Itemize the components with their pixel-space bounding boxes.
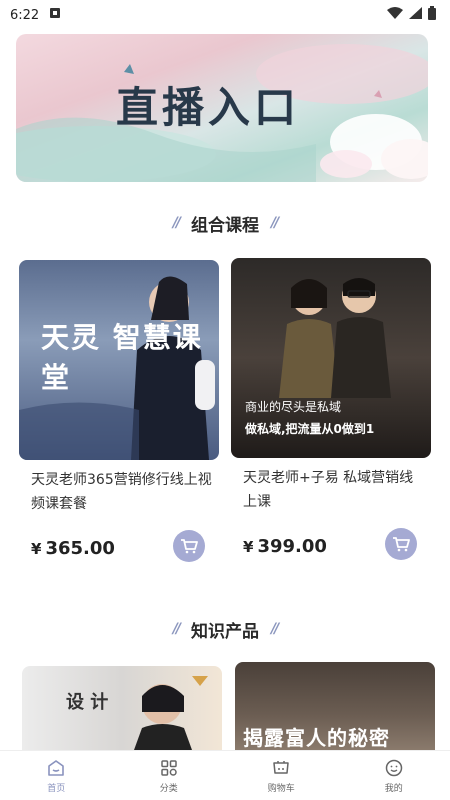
course-card[interactable]: 商业的尽头是私域 做私域,把流量从0做到1 天灵老师+子易 私域营销线上课 ¥3… [231,258,431,568]
currency-symbol: ¥ [31,540,42,558]
course-name: 天灵老师365营销修行线上视频课套餐 [31,472,212,512]
add-to-cart-button[interactable] [173,530,205,562]
product-cover-image: 揭露富人的秘密 [235,662,435,750]
main-content: 直播入口 // 组合课程 // 天灵 智慧课堂 天灵老师365营销修行线上视频课… [0,30,450,750]
tab-label: 首页 [47,783,66,794]
slash-decoration-right: // [271,215,279,231]
cover-title-text: 天灵 智慧课堂 [41,321,203,394]
product-card[interactable]: 揭露富人的秘密 [235,662,435,750]
status-time: 6:22 [10,7,40,23]
tab-label: 购物车 [267,783,295,794]
price-value: 399.00 [257,536,327,557]
course-cover-image: 天灵 智慧课堂 [19,260,219,460]
status-bar: 6:22 [0,0,450,30]
combo-section-title: 组合课程 [191,215,259,236]
add-to-cart-button[interactable] [385,528,417,560]
banner-title: 直播入口 [116,83,301,132]
cover-title-text: 揭露富人的秘密 [243,726,390,750]
course-cover-image: 商业的尽头是私域 做私域,把流量从0做到1 [231,258,431,458]
knowledge-section-title: 知识产品 [191,621,259,642]
combo-section-header: // 组合课程 // [0,208,450,238]
slash-decoration-left: // [172,215,181,231]
product-card[interactable]: 设 计 [22,666,222,750]
course-price: ¥399.00 [243,536,327,557]
price-value: 365.00 [45,538,115,559]
home-icon [48,759,65,776]
slash-decoration-left: // [172,621,181,637]
slash-decoration-right: // [271,621,279,637]
product-cover-image: 设 计 [22,666,222,750]
cover-title-text: 设 计 [66,692,109,713]
bottom-tab-bar: 首页 分类 购物车 我的 [0,750,450,800]
cart-icon [273,760,289,774]
cover-tagline-text: 做私域,把流量从0做到1 [245,422,375,436]
course-name: 天灵老师+子易 私域营销线上课 [243,470,414,510]
course-price: ¥365.00 [31,538,115,559]
signal-icon [409,7,422,23]
tab-category[interactable]: 分类 [113,751,226,800]
tab-label: 分类 [159,783,178,794]
profile-icon [385,759,402,776]
cart-icon [393,537,410,552]
cover-subtitle-text: 商业的尽头是私域 [245,400,342,414]
category-icon [161,759,177,776]
battery-icon [428,6,436,24]
wifi-icon [387,7,403,23]
course-card[interactable]: 天灵 智慧课堂 天灵老师365营销修行线上视频课套餐 ¥365.00 [19,260,219,570]
knowledge-section-header: // 知识产品 // [0,614,450,644]
notification-icon [49,7,61,23]
tab-home[interactable]: 首页 [0,751,113,800]
cart-icon [181,539,198,554]
tab-profile[interactable]: 我的 [338,751,450,800]
currency-symbol: ¥ [243,538,254,556]
tab-label: 我的 [384,783,403,794]
live-entry-banner[interactable]: 直播入口 [16,34,428,182]
tab-cart[interactable]: 购物车 [225,751,338,800]
